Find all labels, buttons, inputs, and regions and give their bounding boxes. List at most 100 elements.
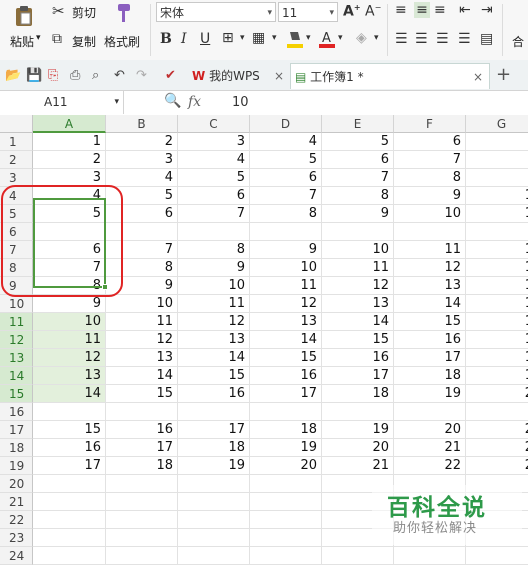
cell-e2[interactable]: 6 — [322, 151, 394, 169]
indent-increase-icon[interactable]: ⇥ — [481, 2, 493, 18]
column-header-d[interactable]: D — [250, 115, 322, 133]
paste-button[interactable]: 粘贴 — [10, 33, 34, 50]
cell-d7[interactable]: 9 — [250, 241, 322, 259]
cell-f8[interactable]: 12 — [394, 259, 466, 277]
font-color-icon[interactable]: A — [318, 28, 336, 50]
cell-c8[interactable]: 9 — [178, 259, 250, 277]
cell-e8[interactable]: 11 — [322, 259, 394, 277]
underline-icon[interactable]: U — [200, 31, 210, 47]
row-header-7[interactable]: 7 — [0, 241, 33, 259]
column-header-a[interactable]: A — [33, 115, 106, 133]
row-header-4[interactable]: 4 — [0, 187, 33, 205]
formula-input[interactable]: 10 — [232, 95, 249, 110]
cell-a20[interactable] — [33, 475, 106, 493]
close-icon[interactable]: × — [274, 63, 284, 89]
new-tab-icon[interactable]: + — [496, 64, 511, 85]
fx-label[interactable]: fx — [188, 94, 201, 110]
cell-f2[interactable]: 7 — [394, 151, 466, 169]
merge-button[interactable]: 合 — [512, 33, 524, 50]
cell-d14[interactable]: 16 — [250, 367, 322, 385]
tab-workbook1[interactable]: ▤ 工作簿1 * × — [290, 63, 490, 89]
cell-f3[interactable]: 8 — [394, 169, 466, 187]
row-header-15[interactable]: 15 — [0, 385, 33, 403]
cell-b22[interactable] — [106, 511, 178, 529]
cell-c21[interactable] — [178, 493, 250, 511]
undo-icon[interactable]: ↶ — [114, 68, 125, 83]
cell-b5[interactable]: 6 — [106, 205, 178, 223]
chevron-down-icon[interactable]: ▾ — [306, 33, 311, 43]
cell-d17[interactable]: 18 — [250, 421, 322, 439]
cell-e3[interactable]: 7 — [322, 169, 394, 187]
cell-g1[interactable] — [466, 133, 528, 151]
cell-c1[interactable]: 3 — [178, 133, 250, 151]
row-header-18[interactable]: 18 — [0, 439, 33, 457]
cell-d18[interactable]: 19 — [250, 439, 322, 457]
cell-d5[interactable]: 8 — [250, 205, 322, 223]
row-header-5[interactable]: 5 — [0, 205, 33, 223]
redo-icon[interactable]: ↷ — [136, 68, 147, 83]
fill-color-icon[interactable] — [286, 28, 304, 50]
cell-e24[interactable] — [322, 547, 394, 565]
cell-c16[interactable] — [178, 403, 250, 421]
indent-decrease-icon[interactable]: ⇤ — [459, 2, 471, 18]
cell-c6[interactable] — [178, 223, 250, 241]
cell-e13[interactable]: 16 — [322, 349, 394, 367]
cell-e17[interactable]: 19 — [322, 421, 394, 439]
cell-b8[interactable]: 8 — [106, 259, 178, 277]
cell-f4[interactable]: 9 — [394, 187, 466, 205]
cell-c15[interactable]: 16 — [178, 385, 250, 403]
decrease-font-icon[interactable]: A− — [365, 3, 381, 20]
cell-g9[interactable]: 1 — [466, 277, 528, 295]
cell-c12[interactable]: 13 — [178, 331, 250, 349]
cell-d20[interactable] — [250, 475, 322, 493]
fill-handle[interactable] — [102, 284, 108, 290]
cell-f1[interactable]: 6 — [394, 133, 466, 151]
cell-c17[interactable]: 17 — [178, 421, 250, 439]
align-top-icon[interactable]: ≡ — [395, 2, 407, 18]
row-header-17[interactable]: 17 — [0, 421, 33, 439]
select-all-corner[interactable] — [0, 115, 33, 133]
save-icon[interactable]: 💾 — [26, 68, 42, 83]
clear-format-icon[interactable]: ◈ — [356, 30, 367, 46]
row-header-20[interactable]: 20 — [0, 475, 33, 493]
cell-c5[interactable]: 7 — [178, 205, 250, 223]
cell-b7[interactable]: 7 — [106, 241, 178, 259]
cell-a24[interactable] — [33, 547, 106, 565]
row-header-13[interactable]: 13 — [0, 349, 33, 367]
cell-a6[interactable] — [33, 223, 106, 241]
cell-a16[interactable] — [33, 403, 106, 421]
cell-b11[interactable]: 11 — [106, 313, 178, 331]
export-pdf-icon[interactable]: ⎘ — [48, 68, 58, 83]
cell-d11[interactable]: 13 — [250, 313, 322, 331]
open-folder-icon[interactable]: 📂 — [5, 68, 21, 83]
cell-f16[interactable] — [394, 403, 466, 421]
cell-b23[interactable] — [106, 529, 178, 547]
cell-b19[interactable]: 18 — [106, 457, 178, 475]
paste-icon[interactable] — [12, 4, 36, 28]
cell-c22[interactable] — [178, 511, 250, 529]
cell-d6[interactable] — [250, 223, 322, 241]
cell-g12[interactable]: 1 — [466, 331, 528, 349]
row-header-3[interactable]: 3 — [0, 169, 33, 187]
cell-f10[interactable]: 14 — [394, 295, 466, 313]
cell-a1[interactable]: 1 — [33, 133, 106, 151]
copy-icon[interactable]: ⧉ — [52, 31, 62, 47]
cell-c3[interactable]: 5 — [178, 169, 250, 187]
cell-g14[interactable]: 1 — [466, 367, 528, 385]
row-header-21[interactable]: 21 — [0, 493, 33, 511]
align-middle-icon[interactable]: ≡ — [414, 2, 430, 18]
chevron-down-icon[interactable]: ▾ — [272, 33, 277, 43]
row-header-12[interactable]: 12 — [0, 331, 33, 349]
cell-b20[interactable] — [106, 475, 178, 493]
cell-f5[interactable]: 10 — [394, 205, 466, 223]
cell-f15[interactable]: 19 — [394, 385, 466, 403]
customize-icon[interactable]: ✔ — [165, 68, 176, 83]
cell-g7[interactable]: 1 — [466, 241, 528, 259]
row-header-22[interactable]: 22 — [0, 511, 33, 529]
cell-c11[interactable]: 12 — [178, 313, 250, 331]
cell-e12[interactable]: 15 — [322, 331, 394, 349]
cell-d21[interactable] — [250, 493, 322, 511]
cell-a14[interactable]: 13 — [33, 367, 106, 385]
cell-d15[interactable]: 17 — [250, 385, 322, 403]
cell-g6[interactable] — [466, 223, 528, 241]
